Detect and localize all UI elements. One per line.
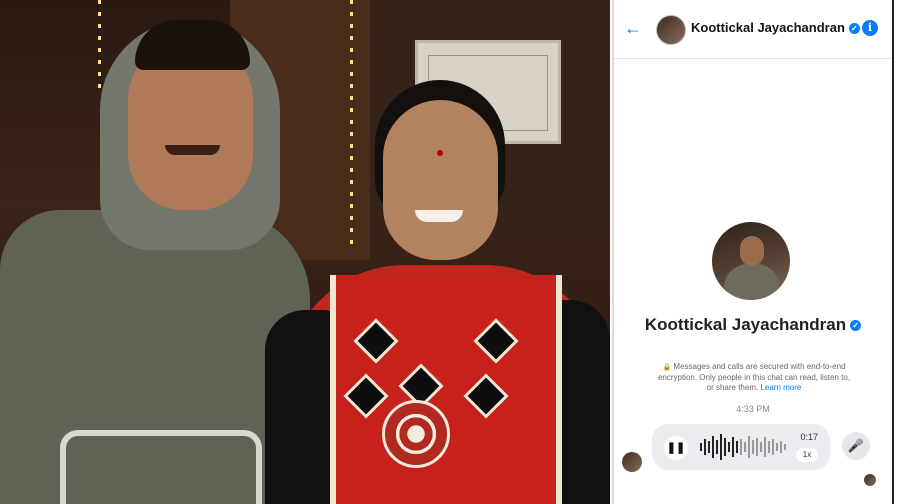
voice-message[interactable]: ❚❚ 0:17 1x <box>652 424 830 470</box>
message-timestamp: 4:33 PM <box>736 404 770 414</box>
profile-avatar[interactable] <box>712 222 790 300</box>
arrow-left-icon[interactable]: ← <box>624 18 642 39</box>
woman-figure <box>265 80 610 504</box>
chat-header: ← Koottickal Jayachandran ✓ i <box>614 0 892 59</box>
verified-icon: ✓ <box>850 320 862 332</box>
profile-name: Koottickal Jayachandran ✓ <box>614 315 892 335</box>
avatar[interactable] <box>656 15 686 45</box>
info-icon[interactable]: i <box>862 20 878 36</box>
embroidery-medallion <box>382 400 450 468</box>
microphone-icon[interactable]: 🎤 <box>842 432 870 460</box>
seen-avatar <box>864 474 876 486</box>
playback-speed-button[interactable]: 1x <box>796 448 818 462</box>
lock-icon: 🔒 <box>662 364 672 371</box>
learn-more-link[interactable]: Learn more <box>760 383 801 392</box>
avatar[interactable] <box>622 452 642 472</box>
contact-name[interactable]: Koottickal Jayachandran ✓ <box>691 20 860 35</box>
encryption-notice: 🔒 Messages and calls are secured with en… <box>657 362 851 392</box>
waveform <box>700 434 786 460</box>
pause-icon[interactable]: ❚❚ <box>664 436 688 460</box>
man-figure <box>0 20 310 504</box>
verified-icon: ✓ <box>848 23 860 35</box>
chat-screen: ← Koottickal Jayachandran ✓ i Koottickal … <box>612 0 894 504</box>
photo <box>0 0 610 504</box>
voice-duration: 0:17 <box>800 432 818 442</box>
